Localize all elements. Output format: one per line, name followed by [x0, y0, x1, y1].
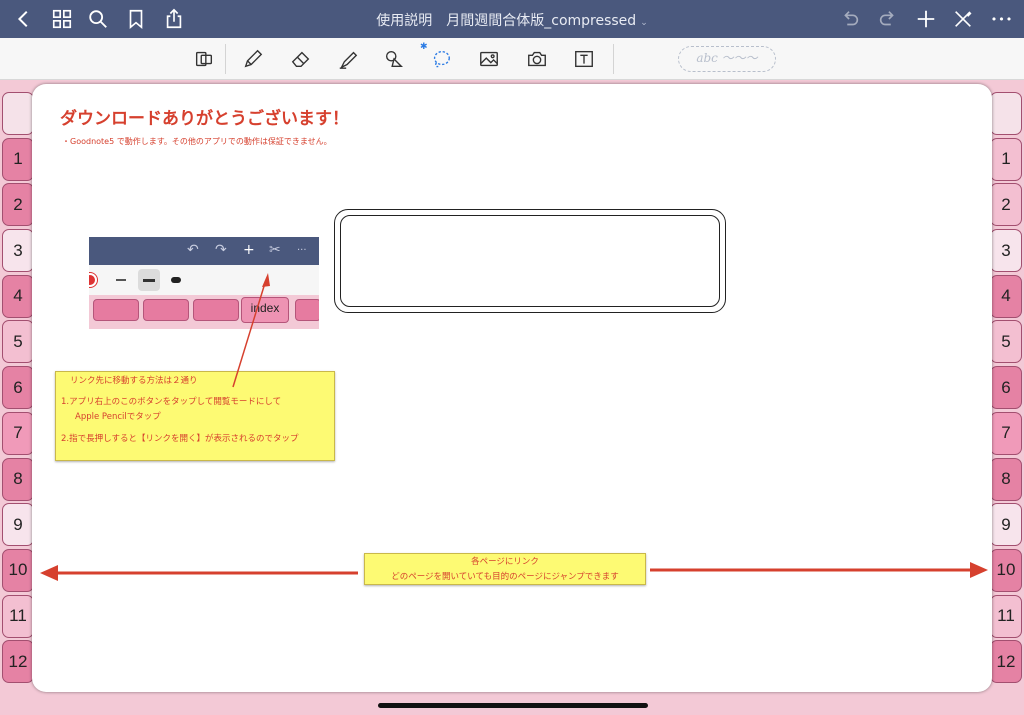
back-chevron-icon[interactable] [12, 7, 36, 31]
tab-month[interactable]: 12 [990, 640, 1022, 684]
highlighter-icon[interactable] [335, 47, 361, 71]
handwriting-input-toggle[interactable]: abc ～～～ [678, 46, 776, 72]
link-instructions-note: リンク先に移動する方法は２通り 1.アプリ右上のこのボタンをタップして閲覧モード… [55, 371, 335, 461]
tab-month[interactable]: 7 [990, 411, 1022, 455]
text-entry-box-inner [340, 215, 720, 307]
more-icon[interactable]: ••• [990, 7, 1014, 31]
tab-month[interactable]: 5 [990, 320, 1022, 364]
example-redo-icon: ↷ [215, 242, 227, 258]
bookmark-icon[interactable] [124, 7, 148, 31]
document-title-area: 使用説明 月間週間合体版_compressed ⌄ [0, 10, 1024, 30]
tab-month[interactable]: 10 [2, 548, 34, 592]
example-medium-line [143, 279, 155, 282]
left-tab-column: 1 2 3 4 5 6 7 8 9 10 11 12 [2, 92, 36, 686]
tab-month[interactable]: 4 [990, 274, 1022, 318]
note-line: リンク先に移動する方法は２通り [70, 376, 198, 386]
grid-thumbnails-icon[interactable] [50, 7, 74, 31]
pen-icon[interactable] [240, 47, 266, 71]
example-tab [93, 299, 139, 321]
tab-month[interactable]: 11 [2, 594, 34, 638]
title-chevron-down-icon[interactable]: ⌄ [640, 18, 648, 28]
example-add-icon: + [243, 242, 255, 258]
example-index-tab: index [241, 297, 289, 323]
top-nav-bar: 使用説明 月間週間合体版_compressed ⌄ ••• [0, 0, 1024, 38]
tab-month[interactable]: 2 [990, 183, 1022, 227]
bluetooth-icon: ✱ [420, 42, 428, 52]
tab-month[interactable]: 8 [2, 457, 34, 501]
add-page-icon[interactable] [914, 7, 938, 31]
page-link-note: 各ページにリンク どのページを開いていても目的のページにジャンプできます [364, 553, 646, 585]
text-entry-box[interactable] [334, 209, 726, 313]
document-title[interactable]: 使用説明 月間週間合体版_compressed [376, 13, 636, 29]
tab-month[interactable]: 5 [2, 320, 34, 364]
example-more-icon: ··· [297, 245, 307, 256]
tab-month[interactable]: 12 [2, 640, 34, 684]
read-mode-icon[interactable] [951, 7, 975, 31]
undo-icon[interactable] [838, 7, 862, 31]
tab-month[interactable]: 9 [990, 503, 1022, 547]
tab-month[interactable]: 1 [2, 137, 34, 181]
example-tool-bar [89, 265, 319, 295]
note-line: 各ページにリンク [471, 557, 539, 567]
tab-month[interactable]: 8 [990, 457, 1022, 501]
compatibility-note: ・Goodnote5 で動作します。その他のアプリでの動作は保証できません。 [62, 137, 332, 146]
example-thin-line [116, 279, 126, 281]
note-line: 1.アプリ右上のこのボタンをタップして閲覧モードにして [61, 397, 282, 407]
home-indicator[interactable] [378, 703, 648, 708]
lasso-icon[interactable] [428, 47, 454, 71]
example-nav-bar: ↶ ↷ + ✂ ··· [89, 237, 319, 265]
example-color-dot [89, 273, 97, 287]
example-tab [143, 299, 189, 321]
eraser-icon[interactable] [288, 47, 314, 71]
tab-month[interactable]: 10 [990, 548, 1022, 592]
tab-month[interactable]: 6 [2, 366, 34, 410]
right-tab-column: 1 2 3 4 5 6 7 8 9 10 11 12 [990, 92, 1024, 686]
note-line: Apple Pencilでタップ [75, 412, 161, 422]
redo-icon[interactable] [876, 7, 900, 31]
toolbar-divider [613, 44, 614, 74]
example-screenshot: ↶ ↷ + ✂ ··· index [89, 237, 319, 329]
tab-blank[interactable] [990, 92, 1022, 135]
tab-month[interactable]: 6 [990, 366, 1022, 410]
tool-bar: ✱ abc ～～～ [0, 38, 1024, 80]
image-icon[interactable] [476, 47, 502, 71]
tab-month[interactable]: 3 [2, 229, 34, 273]
shapes-icon[interactable] [381, 47, 407, 71]
example-tab [295, 299, 319, 321]
note-line: どのページを開いていても目的のページにジャンプできます [391, 572, 619, 582]
notebook-page[interactable]: ダウンロードありがとうございます！ ・Goodnote5 で動作します。その他の… [32, 84, 992, 692]
example-undo-icon: ↶ [187, 242, 199, 258]
tab-month[interactable]: 4 [2, 274, 34, 318]
tab-month[interactable]: 2 [2, 183, 34, 227]
text-icon[interactable] [571, 47, 597, 71]
tab-month[interactable]: 11 [990, 594, 1022, 638]
document-scan-icon[interactable] [191, 47, 217, 71]
example-read-mode-icon: ✂ [269, 242, 281, 258]
note-line: 2.指で長押しすると【リンクを開く】が表示されるのでタップ [61, 434, 299, 444]
example-tab-strip: index [89, 295, 319, 329]
tab-month[interactable]: 9 [2, 503, 34, 547]
tab-month[interactable]: 7 [2, 411, 34, 455]
camera-icon[interactable] [524, 47, 550, 71]
tab-month[interactable]: 3 [990, 229, 1022, 273]
page-heading: ダウンロードありがとうございます！ [60, 109, 349, 129]
share-icon[interactable] [162, 7, 186, 31]
example-tab [193, 299, 239, 321]
example-thick-line [171, 277, 181, 283]
tab-blank[interactable] [2, 92, 34, 135]
tab-month[interactable]: 1 [990, 137, 1022, 181]
toolbar-divider [225, 44, 226, 74]
search-icon[interactable] [86, 7, 110, 31]
